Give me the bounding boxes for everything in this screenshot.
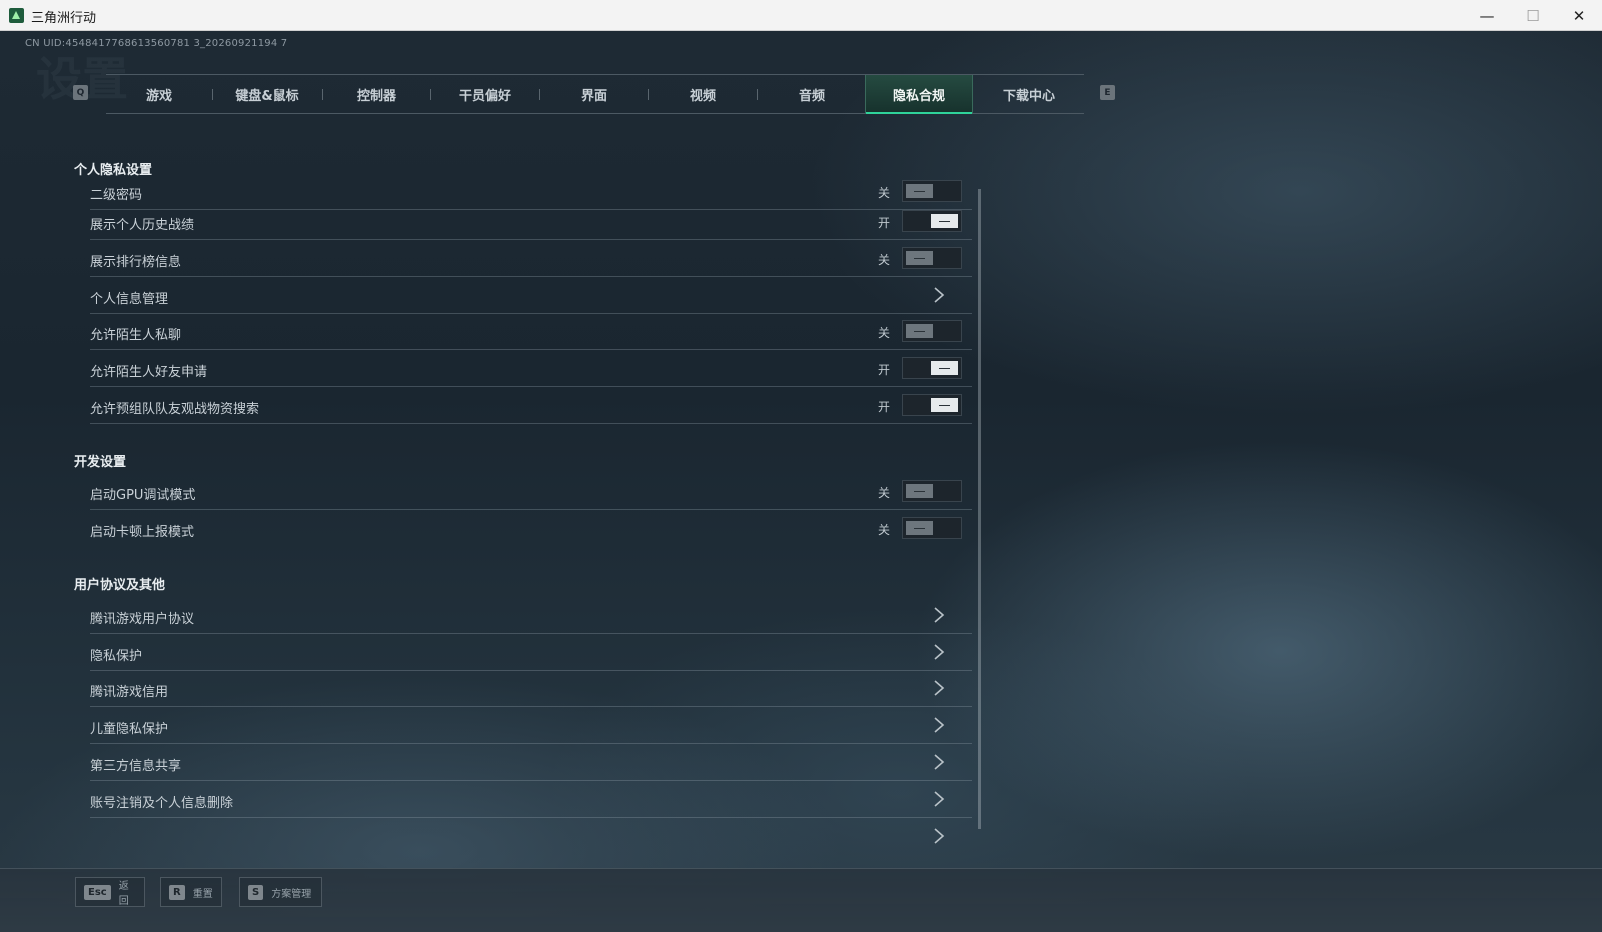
tab-controller[interactable]: 控制器 [323,75,430,113]
tab-interface[interactable]: 界面 [540,75,648,113]
toggle-knob [906,521,933,535]
tab-game[interactable]: 游戏 [106,75,212,113]
setting-row-game-credit[interactable]: 腾讯游戏信用 [90,671,972,707]
section-title-agreements: 用户协议及其他 [74,578,166,593]
toggle-knob [906,251,933,265]
section-title-dev: 开发设置 [74,455,127,470]
key-hint: Esc [84,884,111,900]
chevron-right-icon [934,644,945,660]
setting-row-show-leaderboard: 展示排行榜信息 关 [90,241,972,277]
toggle-state-text: 开 [878,400,891,414]
toggle-state-text: 关 [878,186,891,200]
toggle-knob [931,361,958,375]
setting-label: 展示排行榜信息 [90,255,182,270]
toggle-knob [906,324,933,338]
tab-keyboard-mouse[interactable]: 键盘&鼠标 [213,75,321,113]
tab-privacy-compliance[interactable]: 隐私合规 [865,75,973,114]
setting-row-stranger-friend: 允许陌生人好友申请 开 [90,351,972,387]
setting-label: 个人信息管理 [90,292,169,307]
chevron-right-icon [934,791,945,807]
setting-label: 允许陌生人好友申请 [90,365,208,380]
setting-row-stranger-chat: 允许陌生人私聊 关 [90,314,972,350]
minimize-button[interactable]: — [1464,0,1510,31]
back-button[interactable]: Esc 返回 [75,877,145,907]
toggle-state-text: 关 [878,253,891,267]
setting-row-partial-next[interactable] [90,819,972,855]
setting-row-teammate-spectate: 允许预组队队友观战物资搜索 开 [90,388,972,424]
window-title-bar: 三角洲行动 — ☐ ✕ [0,0,1602,31]
tab-video[interactable]: 视频 [649,75,757,113]
setting-label: 启动GPU调试模式 [90,488,196,503]
close-button[interactable]: ✕ [1556,0,1602,31]
window-title: 三角洲行动 [31,11,97,26]
setting-row-child-privacy[interactable]: 儿童隐私保护 [90,708,972,744]
next-tab-key-hint[interactable]: E [1100,85,1115,100]
key-hint: S [248,884,264,900]
toggle-knob [931,398,958,412]
setting-label: 启动卡顿上报模式 [90,525,195,540]
chevron-right-icon [934,754,945,770]
setting-row-privacy-protection[interactable]: 隐私保护 [90,635,972,671]
tab-audio[interactable]: 音频 [758,75,866,113]
app-logo-icon [9,8,24,23]
tab-download-center[interactable]: 下载中心 [974,75,1084,113]
toggle-knob [931,214,958,228]
setting-label: 儿童隐私保护 [90,722,169,737]
bottom-action-bar: Esc 返回 R 重置 S 方案管理 [0,868,1602,932]
setting-label: 腾讯游戏信用 [90,685,169,700]
scheme-management-label: 方案管理 [271,888,312,900]
setting-row-account-deletion[interactable]: 账号注销及个人信息删除 [90,782,972,818]
reset-button[interactable]: R 重置 [160,877,222,907]
setting-row-gpu-debug: 启动GPU调试模式 关 [90,474,972,510]
setting-row-third-party-sharing[interactable]: 第三方信息共享 [90,745,972,781]
teammate-spectate-toggle[interactable] [902,394,962,416]
setting-label: 展示个人历史战绩 [90,218,195,233]
chevron-right-icon [934,828,945,844]
setting-label: 腾讯游戏用户协议 [90,612,195,627]
toggle-state-text: 开 [878,216,891,230]
game-settings-screen: 设置 CN UID:4548417768613560781 3_20260921… [0,31,1602,932]
toggle-state-text: 关 [878,523,891,537]
stranger-friend-toggle[interactable] [902,357,962,379]
chevron-right-icon [934,717,945,733]
setting-row-show-history: 展示个人历史战绩 开 [90,204,972,240]
show-leaderboard-toggle[interactable] [902,247,962,269]
user-uid: CN UID:4548417768613560781 3_20260921194… [25,38,288,49]
secondary-password-toggle[interactable] [902,180,962,202]
setting-label: 隐私保护 [90,649,143,664]
reset-label: 重置 [192,888,213,900]
toggle-knob [906,484,933,498]
stranger-chat-toggle[interactable] [902,320,962,342]
settings-scrollbar[interactable] [978,189,981,829]
toggle-state-text: 开 [878,363,891,377]
setting-row-personal-info[interactable]: 个人信息管理 [90,278,972,314]
scheme-management-button[interactable]: S 方案管理 [239,877,322,907]
maximize-button[interactable]: ☐ [1510,0,1556,31]
setting-label: 账号注销及个人信息删除 [90,796,234,811]
setting-label: 允许预组队队友观战物资搜索 [90,402,260,417]
toggle-state-text: 关 [878,326,891,340]
setting-label: 二级密码 [90,188,143,203]
toggle-knob [906,184,933,198]
lag-report-toggle[interactable] [902,517,962,539]
chevron-right-icon [934,680,945,696]
setting-row-lag-report: 启动卡顿上报模式 关 [90,511,972,547]
setting-row-user-agreement[interactable]: 腾讯游戏用户协议 [90,598,972,634]
settings-tab-bar: 游戏 键盘&鼠标 控制器 干员偏好 界面 视频 音频 隐私合规 下载中心 [106,74,1084,114]
chevron-right-icon [934,287,945,303]
toggle-state-text: 关 [878,486,891,500]
back-label: 返回 [118,881,129,907]
setting-label: 允许陌生人私聊 [90,328,182,343]
settings-panel: 个人隐私设置 二级密码 关 展示个人历史战绩 开 展示排行榜信息 关 个人信息管… [72,151,972,861]
setting-label: 第三方信息共享 [90,759,182,774]
prev-tab-key-hint[interactable]: Q [73,85,88,100]
key-hint: R [169,884,185,900]
show-history-toggle[interactable] [902,210,962,232]
tab-operator-preference[interactable]: 干员偏好 [431,75,539,113]
gpu-debug-toggle[interactable] [902,480,962,502]
chevron-right-icon [934,607,945,623]
